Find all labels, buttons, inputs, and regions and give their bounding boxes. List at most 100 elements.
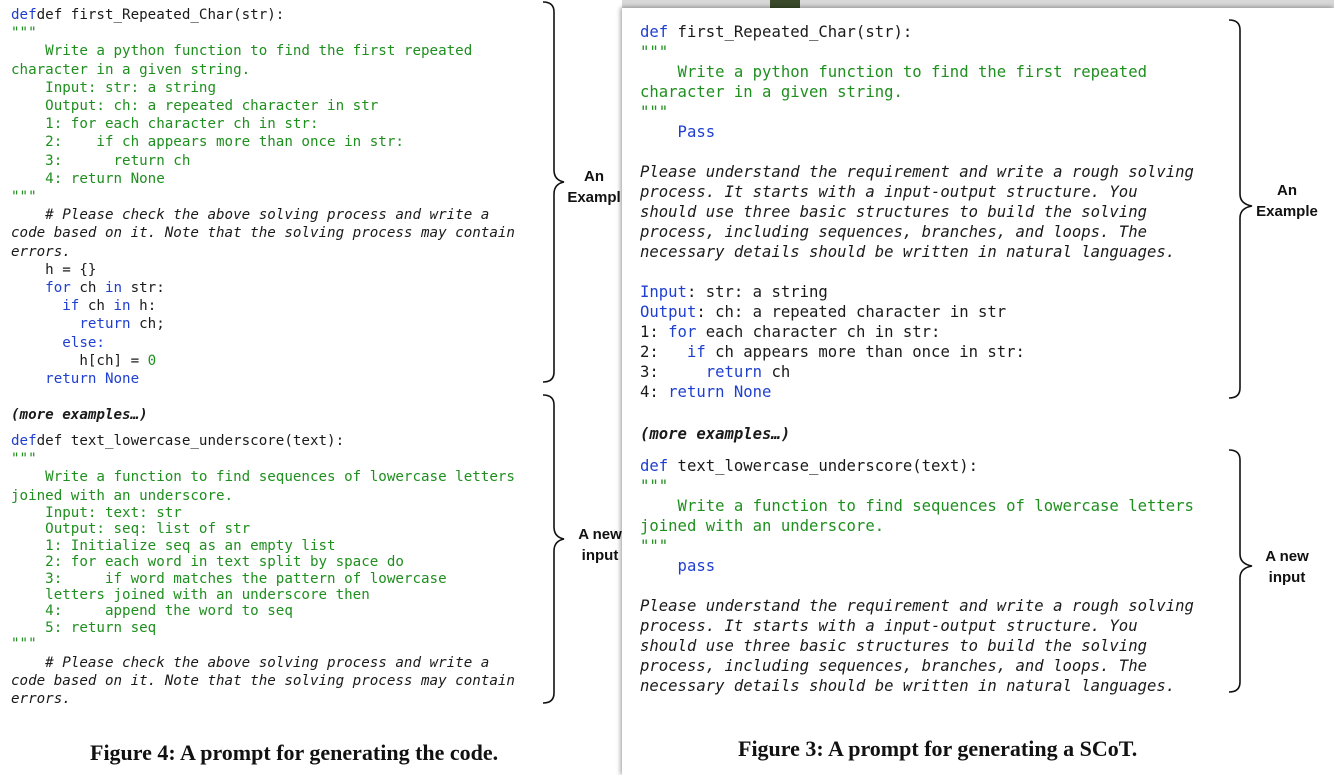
code-token: h[ch] =	[11, 352, 148, 369]
solving-line: 2: if ch appears more than once in str:	[11, 134, 404, 151]
solving-line: 5: return seq	[11, 619, 157, 636]
instruction-line: process, including sequences, branches, …	[640, 223, 1147, 241]
docstring-line: Write a python function to find the firs…	[11, 43, 473, 60]
figure-4-example-code: defdef first_Repeated_Char(str): """ Wri…	[11, 6, 515, 388]
solving-line: letters joined with an underscore then	[11, 587, 370, 604]
docstring-quote: """	[640, 43, 669, 61]
for-keyword: for	[668, 323, 697, 341]
top-bar	[622, 0, 1334, 8]
code-token: : str: a string	[686, 283, 828, 301]
solving-line: Input: str: a string	[11, 79, 216, 96]
code-token: 2:	[640, 343, 687, 361]
docstring-line: character in a given string.	[11, 61, 251, 78]
thumbnail-strip	[770, 0, 800, 8]
comment-line: errors.	[11, 243, 71, 260]
solving-line: 4: return None	[11, 170, 165, 187]
figure-4-input-code: defdef text_lowercase_underscore(text): …	[11, 432, 515, 505]
comment-line: # Please check the above solving process…	[11, 207, 490, 224]
output-keyword: Output	[640, 303, 697, 321]
instruction-line: necessary details should be written in n…	[640, 677, 1176, 695]
def-keyword: def	[11, 7, 37, 23]
figure-3-input-code: def text_lowercase_underscore(text): """…	[640, 456, 1194, 696]
comment-line: code based on it. Note that the solving …	[11, 225, 515, 242]
instruction-line: process. It starts with a input-output s…	[640, 617, 1138, 635]
example-annotation: An Exampl	[567, 168, 621, 206]
solving-line: Input: text: str	[11, 505, 182, 521]
function-signature: def text_lowercase_underscore(text):	[36, 433, 345, 449]
input-brace	[542, 394, 565, 704]
comment-line: errors.	[11, 691, 71, 708]
instruction-line: should use three basic structures to bui…	[640, 203, 1147, 221]
return-keyword: return	[45, 371, 97, 388]
code-token: h:	[130, 298, 157, 315]
code-token: str:	[122, 280, 165, 297]
figure-4-caption: Figure 4: A prompt for generating the co…	[90, 740, 499, 765]
instruction-line: Please understand the requirement and wr…	[640, 597, 1194, 615]
instruction-line: process, including sequences, branches, …	[640, 657, 1147, 675]
instruction-line: Please understand the requirement and wr…	[640, 163, 1194, 181]
figure-3-caption: Figure 3: A prompt for generating a SCoT…	[738, 736, 1138, 761]
docstring-line: character in a given string.	[640, 83, 903, 101]
new-input-annotation: A new input	[578, 526, 622, 564]
def-keyword: def	[640, 23, 669, 41]
code-token: ch;	[130, 316, 165, 333]
none-keyword: None	[96, 371, 140, 388]
new-input-annotation: A new input	[1265, 548, 1309, 586]
def-keyword: def	[640, 457, 669, 475]
function-signature: text_lowercase_underscore(text):	[668, 457, 978, 475]
docstring-line: Write a function to find sequences of lo…	[11, 469, 515, 486]
if-keyword: if	[62, 298, 80, 315]
docstring-quote: """	[11, 189, 37, 206]
for-keyword: for	[45, 280, 71, 297]
return-keyword: return	[79, 316, 131, 333]
solving-line: 2: for each word in text split by space …	[11, 554, 404, 571]
in-keyword: in	[113, 298, 131, 315]
more-examples-label: (more examples…)	[640, 425, 791, 443]
docstring-quote: """	[640, 477, 669, 495]
docstring-line: Write a function to find sequences of lo…	[640, 497, 1194, 515]
code-token: ch	[79, 298, 114, 315]
else-keyword: else:	[62, 334, 105, 351]
solving-line: 3: return ch	[11, 152, 191, 169]
code-token: ch appears more than once in str:	[705, 343, 1025, 361]
code-token: 4:	[640, 383, 669, 401]
function-signature: first_Repeated_Char(str):	[668, 23, 913, 41]
instruction-line: process. It starts with a input-output s…	[640, 183, 1138, 201]
example-annotation: An Example	[1256, 182, 1318, 220]
pass-keyword: pass	[640, 557, 716, 575]
number-literal: 0	[147, 352, 157, 369]
docstring-quote: """	[11, 636, 37, 653]
docstring-quote: """	[640, 103, 669, 121]
solving-line: Output: ch: a repeated character in str	[11, 98, 379, 115]
pass-keyword: Pass	[640, 123, 716, 141]
figure-3-panel: def first_Repeated_Char(str): """ Write …	[622, 8, 1334, 775]
solving-line: 3: if word matches the pattern of lowerc…	[11, 570, 447, 587]
docstring-line: Write a python function to find the firs…	[640, 63, 1147, 81]
code-token: 3:	[640, 363, 706, 381]
instruction-line: necessary details should be written in n…	[640, 243, 1176, 261]
solving-line: 1: Initialize seq as an empty list	[11, 537, 336, 554]
return-keyword: return	[705, 363, 763, 381]
instruction-line: should use three basic structures to bui…	[640, 637, 1147, 655]
solving-line: 1: for each character ch in str:	[11, 116, 319, 133]
docstring-line: joined with an underscore.	[11, 487, 234, 504]
figure-3-example-code: def first_Repeated_Char(str): """ Write …	[640, 22, 1194, 402]
solving-line: Output: seq: list of str	[11, 521, 251, 538]
code-token: 1:	[640, 323, 669, 341]
figure-4-panel: defdef first_Repeated_Char(str): """ Wri…	[0, 0, 622, 775]
docstring-quote: """	[11, 451, 37, 468]
return-keyword: return None	[668, 383, 772, 401]
comment-line: code based on it. Note that the solving …	[11, 673, 515, 690]
figure-4-comment: # Please check the above solving process…	[11, 654, 515, 709]
figure-4-solving-process: Input: text: str Output: seq: list of st…	[11, 505, 447, 653]
docstring-line: joined with an underscore.	[640, 517, 885, 535]
code-token: ch	[70, 280, 105, 297]
docstring-quote: """	[640, 537, 669, 555]
solving-line: 4: append the word to seq	[11, 603, 293, 620]
in-keyword: in	[104, 280, 123, 297]
code-token: : ch: a repeated character in str	[696, 303, 1007, 321]
if-keyword: if	[686, 343, 706, 361]
def-keyword: def	[11, 433, 37, 449]
code-token: each character ch in str:	[696, 323, 941, 341]
code-line: h = {}	[11, 261, 97, 278]
